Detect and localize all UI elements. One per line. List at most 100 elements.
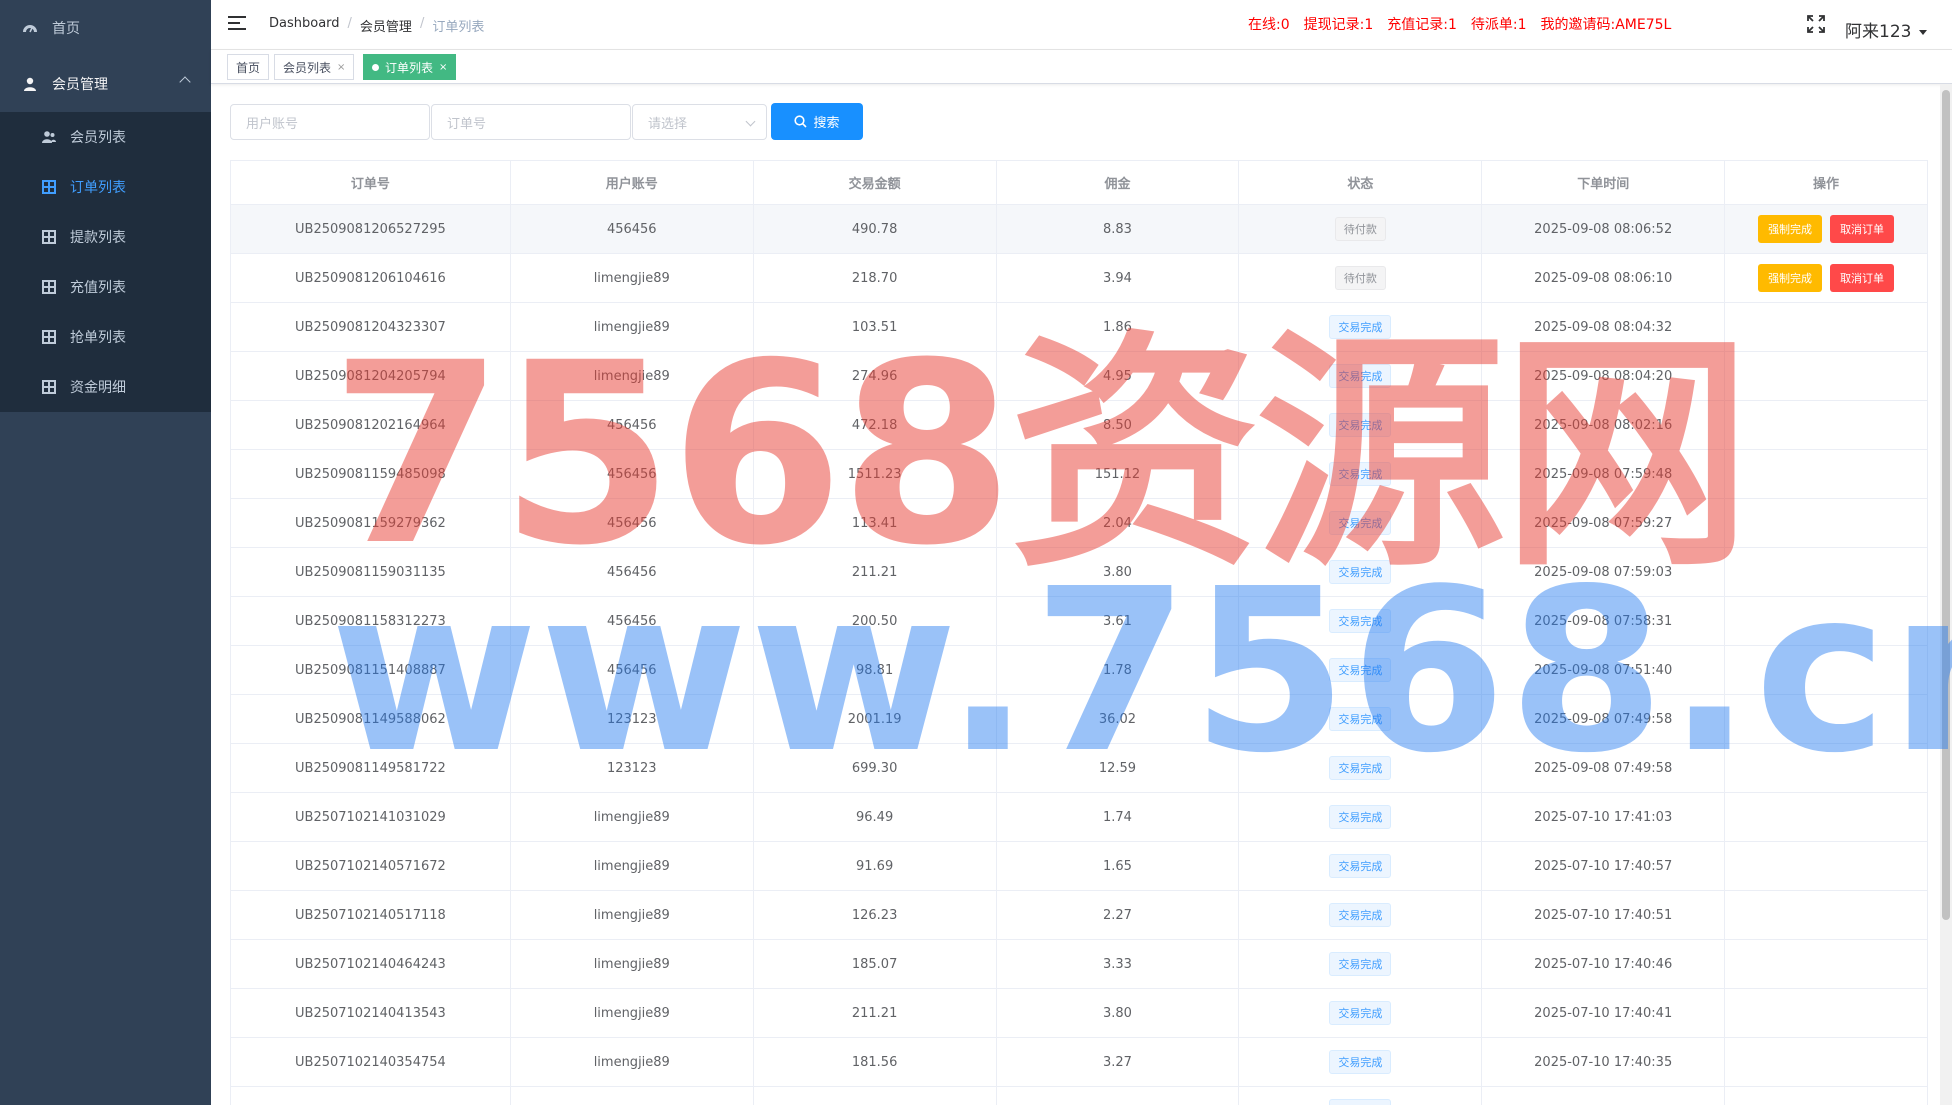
amount-cell: 699.30: [754, 744, 997, 792]
table-row[interactable]: UB2509081204205794 limengjie89 274.96 4.95 交…: [231, 352, 1928, 401]
status-cell: 交易完成: [1239, 940, 1483, 988]
status-badge: 交易完成: [1329, 756, 1392, 780]
dashboard-icon: [22, 20, 38, 36]
column-header[interactable]: 佣金: [997, 161, 1240, 204]
order-number-cell: [231, 1087, 511, 1105]
sidebar-item-label: 订单列表: [70, 180, 126, 196]
sidebar-item-label: 会员列表: [70, 130, 126, 146]
table-row[interactable]: UB2509081158312273 456456 200.50 3.61 交易完成 20…: [231, 597, 1928, 646]
sidebar: 首页 会员管理 会员列表 订单列表 提款列表 充值列表 抢单列表 资金明细: [0, 0, 211, 1105]
account-cell: limengjie89: [511, 842, 754, 890]
tag-home[interactable]: 首页: [227, 54, 270, 80]
actions-cell: [1725, 450, 1928, 498]
column-header[interactable]: 交易金额: [754, 161, 997, 204]
cancel-order-button[interactable]: 取消订单: [1830, 264, 1895, 292]
amount-cell: 91.69: [754, 842, 997, 890]
status-cell: 交易完成: [1239, 695, 1483, 743]
sidebar-item-recharge-list[interactable]: 充值列表: [0, 262, 211, 312]
page-scrollbar[interactable]: [1940, 84, 1952, 1105]
sidebar-group-member[interactable]: 会员管理: [0, 56, 211, 112]
account-cell: 456456: [511, 450, 754, 498]
force-complete-button[interactable]: 强制完成: [1758, 264, 1823, 292]
table-row[interactable]: UB2509081206527295 456456 490.78 8.83 待付款 202…: [231, 205, 1928, 254]
chevron-down-icon: [745, 116, 756, 127]
table-row[interactable]: UB2507102140517118 limengjie89 126.23 2.27 交…: [231, 891, 1928, 940]
sidebar-item-home[interactable]: 首页: [0, 0, 211, 56]
table-row[interactable]: UB2509081159031135 456456 211.21 3.80 交易完成 20…: [231, 548, 1928, 597]
actions-cell: [1725, 303, 1928, 351]
table-row[interactable]: UB2507102141031029 limengjie89 96.49 1.74 交易…: [231, 793, 1928, 842]
table-row[interactable]: UB2507102140354754 limengjie89 181.56 3.27 交…: [231, 1038, 1928, 1087]
status-cell: 交易完成: [1239, 989, 1483, 1037]
order-number-cell: UB2509081149588062: [231, 695, 511, 743]
column-header[interactable]: 操作: [1725, 161, 1928, 204]
amount-cell: 2001.19: [754, 695, 997, 743]
close-icon[interactable]: ×: [439, 62, 447, 73]
commission-cell: 2.27: [997, 891, 1240, 939]
status-badge: 交易完成: [1329, 609, 1392, 633]
sidebar-item-grab-list[interactable]: 抢单列表: [0, 312, 211, 362]
scrollbar-thumb[interactable]: [1942, 90, 1950, 920]
account-cell: limengjie89: [511, 891, 754, 939]
sidebar-item-fund-detail[interactable]: 资金明细: [0, 362, 211, 412]
status-cell: 待付款: [1239, 205, 1483, 253]
hamburger-icon[interactable]: [228, 16, 246, 30]
sidebar-item-member-list[interactable]: 会员列表: [0, 112, 211, 162]
table-header: 订单号 用户账号 交易金额 佣金 状态 下单时间 操作: [231, 161, 1928, 205]
fullscreen-icon[interactable]: [1807, 15, 1825, 33]
account-input[interactable]: 用户账号: [230, 104, 430, 140]
order-time-cell: 2025-07-10 17:40:46: [1482, 940, 1726, 988]
close-icon[interactable]: ×: [337, 62, 345, 73]
table-row[interactable]: UB2507102140571672 limengjie89 91.69 1.65 交易…: [231, 842, 1928, 891]
status-select[interactable]: 请选择: [632, 104, 767, 140]
chevron-up-icon: [179, 76, 191, 88]
force-complete-button[interactable]: 强制完成: [1758, 215, 1823, 243]
commission-cell: 1.65: [997, 842, 1240, 890]
column-header[interactable]: 状态: [1239, 161, 1483, 204]
tag-order-list[interactable]: 订单列表 ×: [363, 54, 457, 80]
withdraw-record-count[interactable]: 提现记录:1: [1304, 14, 1374, 34]
table-row[interactable]: UB2509081202164964 456456 472.18 8.50 交易完成 20…: [231, 401, 1928, 450]
account-cell: 456456: [511, 646, 754, 694]
navbar: Dashboard / 会员管理 / 订单列表 在线:0 提现记录:1 充值记录…: [211, 0, 1952, 50]
status-badge: 交易完成: [1329, 1050, 1392, 1074]
breadcrumb-item[interactable]: Dashboard: [269, 16, 340, 35]
tag-member-list[interactable]: 会员列表 ×: [274, 54, 355, 80]
order-number-input[interactable]: 订单号: [431, 104, 631, 140]
breadcrumb-item[interactable]: 会员管理: [360, 16, 412, 35]
cancel-order-button[interactable]: 取消订单: [1830, 215, 1895, 243]
column-header[interactable]: 用户账号: [511, 161, 754, 204]
status-cell: 交易完成: [1239, 499, 1483, 547]
commission-cell: [997, 1087, 1240, 1105]
column-header[interactable]: 下单时间: [1482, 161, 1726, 204]
status-cell: 交易完成: [1239, 352, 1483, 400]
status-badge: 交易完成: [1329, 315, 1392, 339]
table-row[interactable]: UB2509081206104616 limengjie89 218.70 3.94 待…: [231, 254, 1928, 303]
recharge-record-count[interactable]: 充值记录:1: [1387, 14, 1457, 34]
table-row[interactable]: UB2509081151408887 456456 98.81 1.78 交易完成 202…: [231, 646, 1928, 695]
status-badge: 交易完成: [1329, 560, 1392, 584]
account-cell: limengjie89: [511, 793, 754, 841]
column-header[interactable]: 订单号: [231, 161, 511, 204]
account-cell: [511, 1087, 754, 1105]
table-row[interactable]: UB2509081149581722 123123 699.30 12.59 交易完成 2…: [231, 744, 1928, 793]
pending-dispatch-count[interactable]: 待派单:1: [1471, 14, 1527, 34]
table-row[interactable]: UB2509081149588062 123123 2001.19 36.02 交易完成…: [231, 695, 1928, 744]
member-submenu: 会员列表 订单列表 提款列表 充值列表 抢单列表 资金明细: [0, 112, 211, 412]
table-row[interactable]: UB2507102140413543 limengjie89 211.21 3.80 交…: [231, 989, 1928, 1038]
sidebar-group-label: 会员管理: [52, 77, 108, 93]
table-row[interactable]: 交易完成: [231, 1087, 1928, 1105]
user-menu[interactable]: 阿来123: [1845, 17, 1928, 42]
search-button[interactable]: 搜索: [771, 103, 863, 140]
sidebar-item-order-list[interactable]: 订单列表: [0, 162, 211, 212]
table-row[interactable]: UB2509081204323307 limengjie89 103.51 1.86 交…: [231, 303, 1928, 352]
sidebar-item-withdraw-list[interactable]: 提款列表: [0, 212, 211, 262]
amount-cell: 274.96: [754, 352, 997, 400]
table-row[interactable]: UB2507102140464243 limengjie89 185.07 3.33 交…: [231, 940, 1928, 989]
table-row[interactable]: UB2509081159279362 456456 113.41 2.04 交易完成 20…: [231, 499, 1928, 548]
table-row[interactable]: UB2509081159485098 456456 1511.23 151.12 交易完…: [231, 450, 1928, 499]
actions-cell: [1725, 940, 1928, 988]
commission-cell: 8.83: [997, 205, 1240, 253]
online-count[interactable]: 在线:0: [1248, 14, 1290, 34]
commission-cell: 3.94: [997, 254, 1240, 302]
